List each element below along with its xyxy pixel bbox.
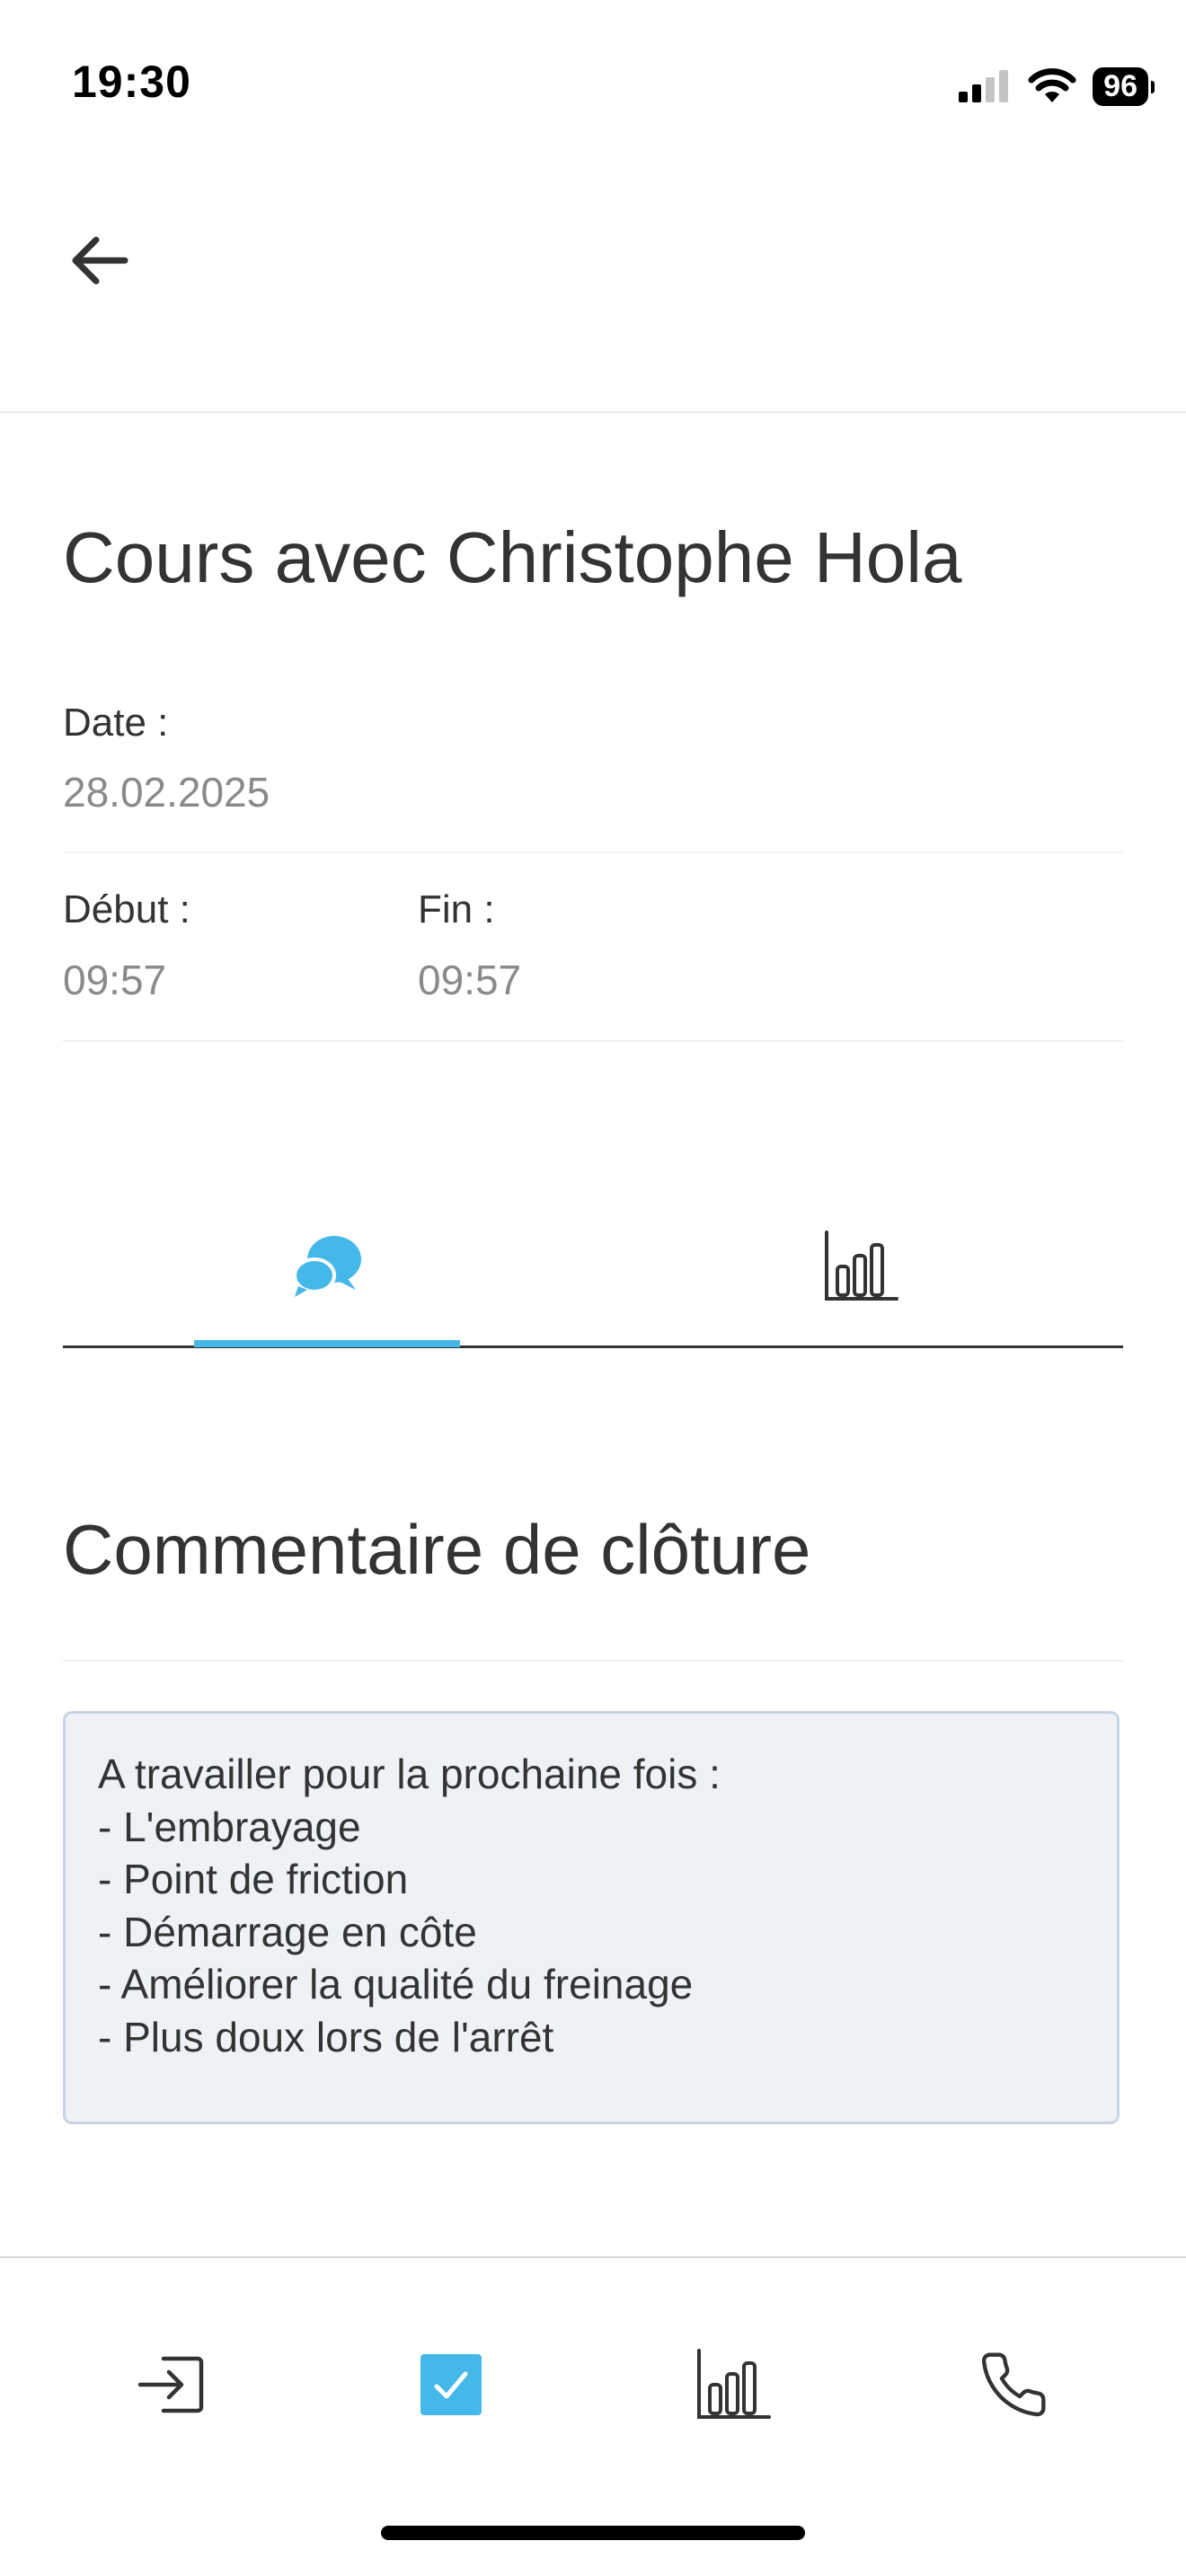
bottom-nav-divider [0,2256,1186,2258]
phone-icon [981,2352,1046,2417]
end-value: 09:57 [418,957,522,1003]
comment-line: - Point de friction [98,1856,409,1902]
comment-line: - Plus doux lors de l'arrêt [98,2013,554,2060]
date-divider [63,851,1123,853]
arrow-left-icon [72,236,128,285]
end-label: Fin : [418,887,495,931]
comment-line: - Améliorer la qualité du freinage [98,1961,694,2007]
checkbox-icon [420,2354,482,2415]
active-tab-indicator [194,1340,460,1347]
back-button[interactable] [54,216,144,305]
chat-bubbles-icon [293,1236,361,1297]
battery-icon: 96 [1093,66,1155,106]
status-time: 19:30 [72,57,191,107]
bar-chart-icon [825,1231,898,1301]
battery-level: 96 [1103,68,1137,103]
cellular-signal-icon [959,70,1009,102]
nav-phone-button[interactable] [955,2335,1072,2434]
wifi-icon [1028,68,1076,102]
nav-statistics-button[interactable] [675,2335,792,2434]
section-divider [63,1660,1123,1662]
start-value: 09:57 [63,957,167,1003]
comment-line: - L'embrayage [98,1803,361,1850]
section-title: Commentaire de clôture [63,1510,811,1589]
closing-comment-box: A travailler pour la prochaine fois : - … [63,1711,1120,2124]
tab-statistics[interactable] [728,1195,994,1338]
header-divider [0,411,1186,413]
tab-comments[interactable] [194,1195,460,1338]
comment-line: A travailler pour la prochaine fois : [98,1751,721,1797]
time-divider [63,1040,1123,1042]
bar-chart-icon [697,2349,771,2419]
date-value: 28.02.2025 [63,769,270,816]
comment-line: - Démarrage en côte [98,1908,477,1955]
login-icon [137,2356,204,2413]
nav-login-button[interactable] [112,2335,229,2434]
date-label: Date : [63,701,169,745]
page-title: Cours avec Christophe Hola [63,517,962,597]
home-indicator[interactable] [381,2526,805,2540]
start-label: Début : [63,887,190,931]
status-icons: 96 [959,59,1155,113]
nav-checklist-button[interactable] [393,2335,509,2434]
